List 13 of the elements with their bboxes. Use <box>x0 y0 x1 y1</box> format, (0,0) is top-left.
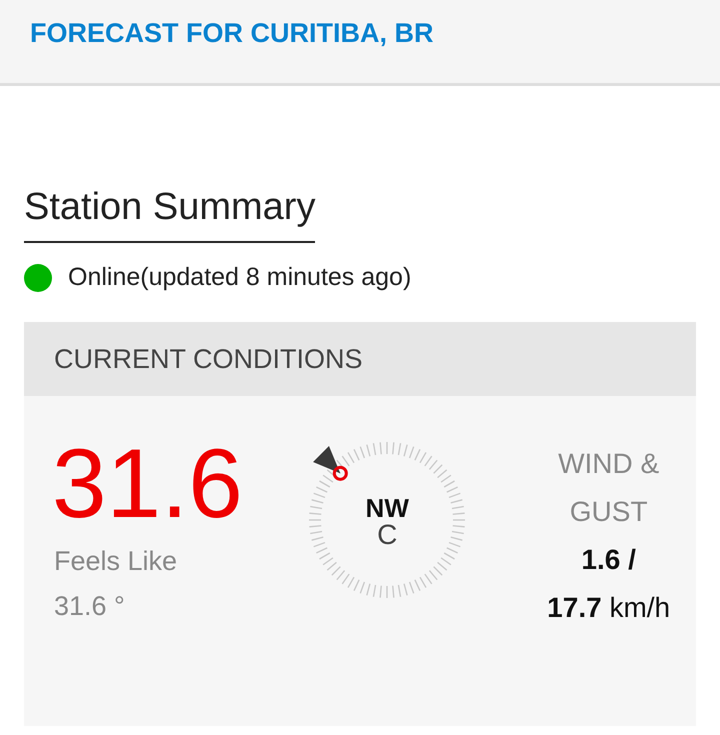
feels-like-value: 31.6 ° <box>54 590 126 622</box>
wind-speed: 1.6 / <box>581 543 636 577</box>
section-heading: Station Summary <box>24 186 316 243</box>
wind-pointer-icon <box>313 446 348 481</box>
status-text: Online(updated 8 minutes ago) <box>68 263 412 292</box>
wind-label: WIND & GUST <box>557 447 660 529</box>
unit-label: C <box>377 521 398 549</box>
page-title: FORECAST FOR CURITIBA, BR <box>30 18 434 49</box>
card-header: CURRENT CONDITIONS <box>24 322 696 396</box>
wind-direction: NW <box>366 495 409 521</box>
gust-speed: 17.7 km/h <box>547 591 670 625</box>
temperature-value: 31.6 <box>52 430 244 538</box>
feels-like-label: Feels Like <box>54 546 178 577</box>
